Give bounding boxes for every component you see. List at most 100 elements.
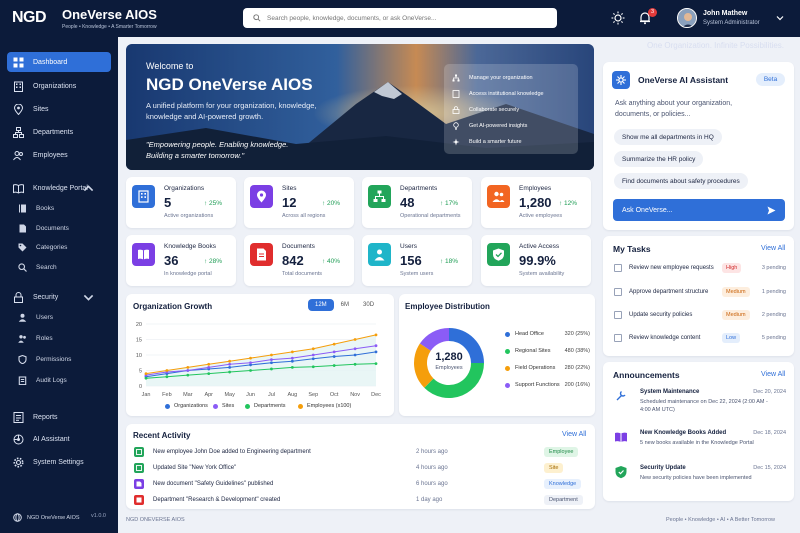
chevron-down-icon[interactable] (83, 292, 94, 303)
global-search[interactable] (243, 8, 557, 28)
x-tick-label: Mar (183, 392, 193, 398)
chevron-down-icon[interactable] (776, 14, 784, 22)
theme-toggle-sun-icon[interactable] (611, 11, 625, 25)
stat-card-users[interactable]: Users 156 ↑ 18% System users (362, 235, 472, 286)
ai-suggestion-chip[interactable]: Show me all departments in HQ (614, 129, 722, 145)
range-option-6m[interactable]: 6M (334, 299, 356, 311)
stat-card-documents[interactable]: Documents 842 ↑ 40% Total documents (244, 235, 354, 286)
sidebar-item-books[interactable]: Books (18, 199, 110, 217)
announcement-description: 5 new books available in the Knowledge P… (640, 440, 754, 446)
sidebar-item-system-settings[interactable]: System Settings (7, 452, 111, 472)
stat-card-organizations[interactable]: Organizations 5 ↑ 25% Active organizations (126, 177, 236, 228)
task-row[interactable]: Review knowledge content Low 5 pending (614, 330, 786, 346)
announcements-view-all-link[interactable]: View All (761, 371, 785, 378)
range-option-30d[interactable]: 30D (356, 299, 381, 311)
user-name[interactable]: John Mathew (703, 10, 747, 17)
stat-change: ↑ 40% (322, 258, 341, 265)
notification-badge: 3 (648, 8, 657, 17)
hero-feature-label: Collaborate securely (469, 107, 520, 113)
sidebar-item-roles[interactable]: Roles (18, 329, 110, 347)
stat-change: ↑ 12% (559, 200, 578, 207)
activity-text: Department "Research & Development" crea… (153, 497, 281, 503)
data-point (374, 344, 378, 348)
chevron-up-icon[interactable] (83, 183, 94, 194)
tasks-view-all-link[interactable]: View All (761, 245, 785, 252)
task-checkbox[interactable] (614, 264, 622, 272)
stat-subtitle: In knowledge portal (164, 271, 212, 277)
activity-row[interactable]: New employee John Doe added to Engineeri… (134, 444, 586, 460)
tag-icon (18, 243, 27, 251)
task-row[interactable]: Update security policies Medium 2 pending (614, 307, 786, 323)
stat-card-active-access[interactable]: Active Access 99.9% System availability (481, 235, 591, 286)
book-icon (614, 430, 628, 444)
shield-icon (18, 354, 27, 364)
stat-label: Users (400, 243, 417, 250)
task-checkbox[interactable] (614, 311, 622, 319)
sidebar-item-security[interactable]: Security (7, 287, 111, 307)
data-point (249, 361, 252, 365)
task-row[interactable]: Approve department structure Medium 1 pend… (614, 284, 786, 300)
sidebar-item-organizations[interactable]: Organizations (7, 76, 111, 96)
stat-card-sites[interactable]: Sites 12 ↑ 20% Across all regions (244, 177, 354, 228)
activity-time: 6 hours ago (416, 481, 448, 487)
legend-item: Sites (213, 403, 234, 409)
sidebar-item-label: Categories (36, 243, 68, 251)
sidebar-item-dashboard[interactable]: Dashboard (7, 52, 111, 72)
stat-value: 99.9% (519, 253, 556, 268)
distribution-title: Employee Distribution (405, 302, 490, 311)
stat-card-departments[interactable]: Departments 48 ↑ 17% Operational department… (362, 177, 472, 228)
x-tick-label: Nov (350, 392, 360, 398)
sidebar-item-sites[interactable]: Sites (7, 99, 111, 119)
sidebar-item-permissions[interactable]: Permissions (18, 350, 110, 368)
distribution-value: 280 (22%) (564, 365, 590, 371)
data-point (332, 355, 336, 358)
users-icon (368, 243, 391, 266)
legend-swatch (505, 365, 510, 371)
sidebar-item-employees[interactable]: Employees (7, 145, 111, 165)
stat-label: Sites (282, 185, 297, 192)
data-point (374, 362, 378, 366)
building-icon (14, 81, 23, 92)
search-input[interactable] (267, 14, 547, 22)
x-tick-label: Apr (204, 392, 213, 398)
ai-suggestion-chip[interactable]: Summarize the HR policy (614, 151, 704, 167)
x-tick-label: Jun (246, 392, 255, 398)
sidebar-item-departments[interactable]: Departments (7, 122, 111, 142)
ai-logo-icon (612, 71, 630, 89)
activity-row[interactable]: Updated Site "New York Office" 4 hours ag… (134, 460, 586, 476)
org-chart-icon (13, 126, 24, 138)
activity-tag: Employee (544, 447, 579, 457)
sidebar-item-knowledge-portal[interactable]: Knowledge Portal (7, 178, 111, 198)
people-icon (13, 150, 23, 160)
sidebar-item-documents[interactable]: Documents (18, 219, 110, 237)
task-checkbox[interactable] (614, 334, 622, 342)
stat-card-knowledge-books[interactable]: Knowledge Books 36 ↑ 28% In knowledge porta… (126, 235, 236, 286)
activity-tag: Site (544, 463, 564, 473)
task-row[interactable]: Review new employee requests High 3 pendin… (614, 260, 786, 276)
sidebar-item-search[interactable]: Search (18, 258, 110, 276)
stat-change: ↑ 25% (204, 200, 223, 207)
activity-row[interactable]: New document "Safety Guidelines" publish… (134, 476, 586, 492)
stat-card-employees[interactable]: Employees 1,280 ↑ 12% Active employees (481, 177, 591, 228)
range-option-12m[interactable]: 12M (308, 299, 334, 311)
my-tasks-title: My Tasks (613, 244, 651, 254)
header-tagline: One Organization. Infinite Possibilities… (647, 41, 784, 50)
avatar[interactable] (677, 8, 697, 28)
ai-suggestion-chip[interactable]: Find documents about safety procedures (614, 173, 748, 189)
ask-oneverse-button[interactable]: Ask OneVerse... (613, 199, 785, 221)
sidebar-item-users[interactable]: Users (18, 308, 110, 326)
legend-item: Organizations (165, 403, 208, 409)
legend-swatch (505, 348, 510, 354)
sidebar-item-reports[interactable]: Reports (7, 407, 111, 427)
activity-row[interactable]: Department "Research & Development" crea… (134, 492, 586, 508)
stat-value: 5 (164, 195, 172, 210)
sidebar-item-audit-logs[interactable]: Audit Logs (18, 371, 110, 389)
task-checkbox[interactable] (614, 288, 622, 296)
sidebar-item-categories[interactable]: Categories (18, 238, 110, 256)
logo-mark[interactable]: NGD (12, 9, 47, 27)
sidebar-item-ai-assistant[interactable]: AI Assistant (7, 429, 111, 449)
send-icon (767, 206, 776, 215)
location-pin-icon (13, 103, 24, 115)
activity-view-all-link[interactable]: View All (562, 431, 586, 438)
task-pending-count: 1 pending (761, 289, 786, 295)
